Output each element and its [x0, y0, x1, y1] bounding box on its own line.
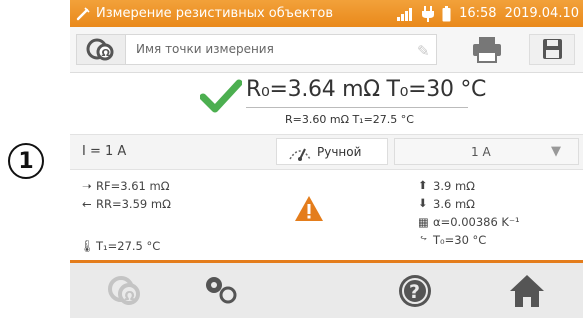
measurement-point-nav-icon: Ω [108, 276, 140, 305]
lower-limit-icon: ⬇ [418, 196, 428, 210]
battery-icon [442, 5, 451, 21]
forward-arrow-icon: ➝ [82, 179, 92, 193]
save-disk-icon [543, 39, 562, 59]
reference-thermometer-icon: ᖦ [420, 233, 427, 247]
test-current-label: I = 1 A [82, 144, 127, 159]
current-range-dropdown[interactable]: 1 A ▼ [394, 138, 579, 165]
mode-label: Ручной [317, 145, 362, 159]
calculator-icon: ▦ [418, 215, 429, 229]
edit-pencil-icon[interactable]: ✎ [417, 42, 430, 60]
upper-limit-value: 3.9 mΩ [433, 179, 475, 193]
measurement-point-field[interactable]: Ω Имя точки измерения ✎ [76, 34, 437, 65]
meter-screen: Измерение резистивных объектов 16:58 201… [70, 0, 583, 318]
home-icon [510, 275, 544, 307]
settings-row: I = 1 A Ручной 1 A ▼ [70, 134, 583, 170]
measurement-point-placeholder: Имя точки измерения [136, 42, 274, 56]
measured-temperature: T₁=27.5 °C [96, 239, 161, 253]
clock-time: 16:58 [459, 6, 497, 21]
bottom-toolbar: Ω ? [70, 263, 583, 318]
status-bar: Измерение резистивных объектов 16:58 201… [70, 0, 583, 27]
check-mark-icon [200, 79, 242, 113]
details-panel: ➝ RF=3.61 mΩ ← RR=3.59 mΩ 🌡 T₁=27.5 °C ⬆… [70, 169, 583, 261]
chevron-down-icon: ▼ [551, 144, 561, 159]
help-icon: ? [399, 275, 431, 307]
thermometer-icon: 🌡 [80, 239, 95, 253]
measured-result-value: R=3.60 mΩ T₁=27.5 °C [285, 113, 414, 126]
manual-mode-icon [289, 148, 311, 161]
result-divider [246, 107, 468, 108]
probe-icon [76, 6, 90, 20]
lower-limit-value: 3.6 mΩ [433, 197, 475, 211]
forward-resistance: RF=3.61 mΩ [96, 179, 170, 193]
measurement-point-icon: Ω [77, 35, 126, 64]
measurement-point-nav-button[interactable]: Ω [104, 271, 144, 311]
measurement-point-row: Ω Имя точки измерения ✎ [70, 27, 583, 73]
signal-icon [397, 7, 413, 21]
svg-text:Ω: Ω [125, 289, 135, 303]
result-panel: R₀=3.64 mΩ T₀=30 °C R=3.60 mΩ T₁=27.5 °C [70, 73, 583, 133]
warning-icon [295, 196, 323, 221]
help-button[interactable]: ? [395, 271, 435, 311]
reverse-arrow-icon: ← [82, 197, 92, 211]
temperature-coefficient: α=0.00386 K⁻¹ [433, 215, 520, 229]
callout-number: 1 [8, 143, 44, 179]
power-plug-icon [422, 5, 435, 22]
svg-text:?: ? [409, 281, 420, 303]
print-button[interactable] [459, 34, 515, 65]
gears-icon [206, 277, 237, 304]
printer-icon [473, 37, 501, 63]
mode-button[interactable]: Ручной [276, 138, 388, 165]
home-button[interactable] [507, 271, 547, 311]
svg-text:Ω: Ω [102, 48, 111, 59]
reference-temperature: T₀=30 °C [433, 233, 487, 247]
clock-date: 2019.04.10 [504, 6, 579, 21]
main-result-value: R₀=3.64 mΩ T₀=30 °C [246, 77, 487, 102]
current-range-value: 1 A [471, 145, 491, 159]
save-button[interactable] [529, 34, 575, 65]
settings-button[interactable] [202, 271, 242, 311]
screen-title: Измерение резистивных объектов [96, 6, 333, 21]
upper-limit-icon: ⬆ [418, 178, 428, 192]
reverse-resistance: RR=3.59 mΩ [96, 197, 171, 211]
